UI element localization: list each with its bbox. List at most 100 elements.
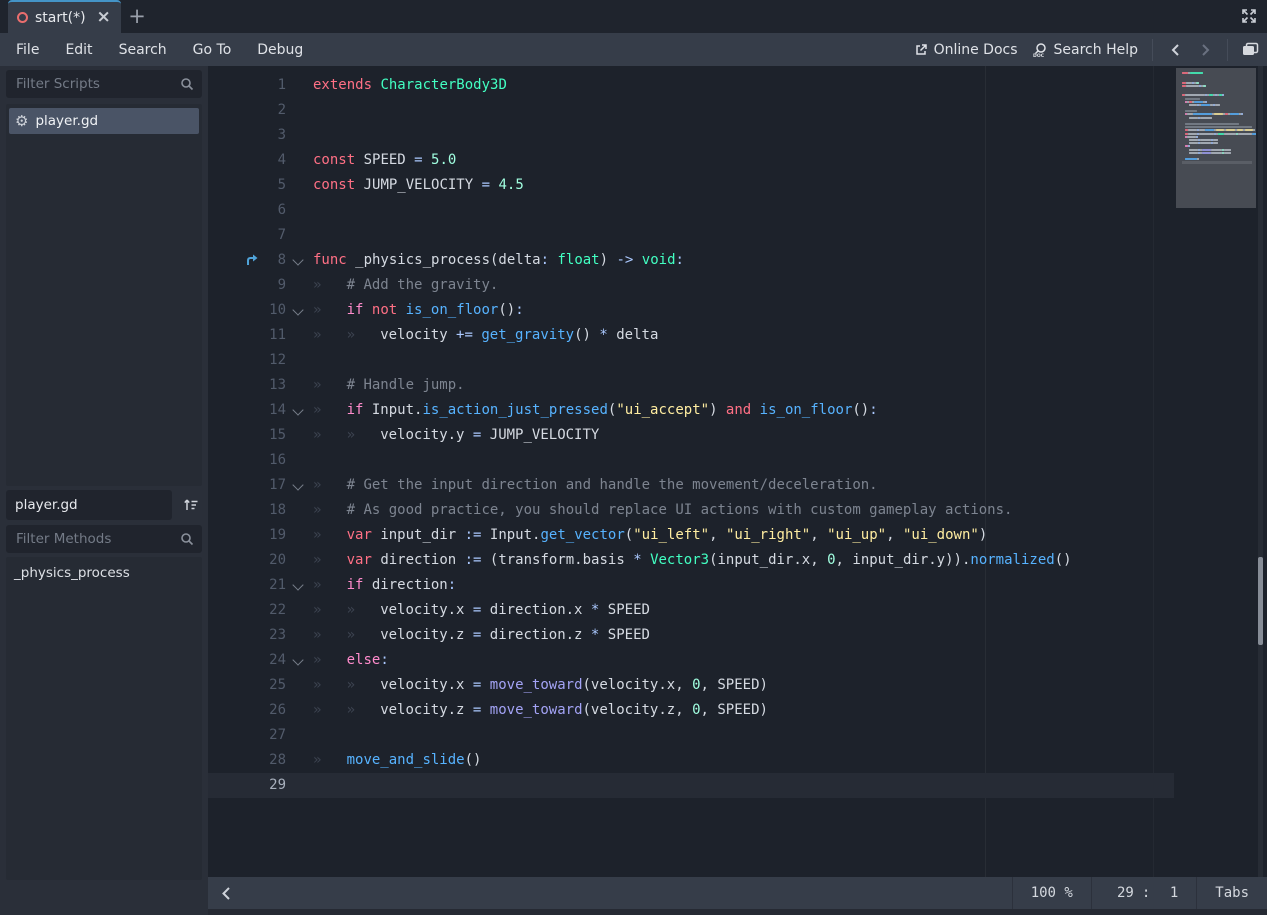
line-number: 17 <box>208 473 286 498</box>
code-line[interactable]: 26»»velocity.z = move_toward(velocity.z,… <box>208 698 1174 723</box>
history-forward-button[interactable] <box>1197 42 1213 58</box>
code-area[interactable]: 1extends CharacterBody3D234 const SPEED =… <box>208 73 1174 798</box>
token-txt: direction <box>372 552 465 568</box>
indent-mode[interactable]: Tabs <box>1197 877 1267 909</box>
line-number: 4 <box>208 148 286 173</box>
external-link-icon <box>914 43 928 57</box>
token-num: 4.5 <box>498 177 523 193</box>
line-number: 10 <box>208 298 286 323</box>
code-line[interactable]: 12 <box>208 348 1174 373</box>
code-line[interactable]: 22»»velocity.x = direction.x * SPEED <box>208 598 1174 623</box>
token-type: Vector3 <box>650 552 709 568</box>
code-line[interactable]: 7 <box>208 223 1174 248</box>
menu-file[interactable]: File <box>12 42 43 58</box>
menu-goto[interactable]: Go To <box>189 42 236 58</box>
menu-search[interactable]: Search <box>115 42 171 58</box>
line-number: 12 <box>208 348 286 373</box>
token-str: "ui_left" <box>633 527 709 543</box>
menubar-separator <box>1227 39 1228 61</box>
filter-methods-input[interactable] <box>7 526 169 552</box>
scene-tab-start[interactable]: start(*) × <box>8 0 121 33</box>
code-line[interactable]: 23»»velocity.z = direction.z * SPEED <box>208 623 1174 648</box>
code-line[interactable]: 10»if not is_on_floor(): <box>208 298 1174 323</box>
token-txt: velocity.z <box>380 627 473 643</box>
code-line[interactable]: 13»# Handle jump. <box>208 373 1174 398</box>
code-line[interactable]: 16 <box>208 448 1174 473</box>
line-number: 13 <box>208 373 286 398</box>
code-line[interactable]: 25»»velocity.x = move_toward(velocity.x,… <box>208 673 1174 698</box>
menu-edit[interactable]: Edit <box>61 42 96 58</box>
code-line[interactable]: 21»if direction: <box>208 573 1174 598</box>
tab-indent-marker: » <box>347 623 381 648</box>
code-line[interactable]: 14»if Input.is_action_just_pressed("ui_a… <box>208 398 1174 423</box>
tab-indent-marker: » <box>313 298 347 323</box>
code-text: »# Add the gravity. <box>313 277 498 293</box>
code-line[interactable]: 9»# Add the gravity. <box>208 273 1174 298</box>
code-line[interactable]: 11»»velocity += get_gravity() * delta <box>208 323 1174 348</box>
add-scene-tab-button[interactable]: + <box>124 4 150 30</box>
vertical-scrollbar[interactable] <box>1258 66 1263 877</box>
token-sym: -> <box>616 252 633 268</box>
code-line[interactable]: 2 <box>208 98 1174 123</box>
code-line[interactable]: 1extends CharacterBody3D <box>208 73 1174 98</box>
menu-debug[interactable]: Debug <box>253 42 307 58</box>
code-text: const SPEED = 5.0 <box>313 152 456 168</box>
online-docs-button[interactable]: Online Docs <box>914 42 1018 58</box>
sort-methods-icon[interactable] <box>178 493 204 517</box>
tab-indent-marker: » <box>313 498 347 523</box>
token-str: "ui_down" <box>903 527 979 543</box>
code-line[interactable]: 4 const SPEED = 5.0 <box>208 148 1174 173</box>
tab-indent-marker: » <box>313 573 347 598</box>
tab-close-icon[interactable]: × <box>97 9 111 26</box>
svg-text:DOC: DOC <box>1033 53 1045 58</box>
token-fn: normalized <box>970 552 1054 568</box>
tab-indent-marker: » <box>313 273 347 298</box>
tab-indent-marker: » <box>313 323 347 348</box>
filter-scripts-input[interactable] <box>7 71 169 97</box>
scrollbar-thumb[interactable] <box>1258 557 1263 645</box>
minimap[interactable] <box>1176 68 1256 208</box>
token-sym: : <box>676 252 684 268</box>
token-txt: input_dir <box>372 527 465 543</box>
tab-indent-marker: » <box>313 673 347 698</box>
tab-indent-marker: » <box>313 423 347 448</box>
code-line[interactable]: 18»# As good practice, you should replac… <box>208 498 1174 523</box>
code-line[interactable]: 17»# Get the input direction and handle … <box>208 473 1174 498</box>
token-sym: : <box>448 577 456 593</box>
token-fn: is_action_just_pressed <box>422 402 607 418</box>
token-kw2: if <box>347 577 364 593</box>
token-txt: , SPEED) <box>701 677 768 693</box>
code-line[interactable]: 29 <box>208 773 1174 798</box>
line-number: 6 <box>208 198 286 223</box>
code-line[interactable]: 3 <box>208 123 1174 148</box>
token-txt: velocity.y <box>380 427 473 443</box>
history-back-button[interactable] <box>1167 42 1183 58</box>
caret-position: 29 : 1 <box>1092 877 1196 909</box>
code-line[interactable]: 8func _physics_process(delta: float) -> … <box>208 248 1174 273</box>
code-line[interactable]: 5const JUMP_VELOCITY = 4.5 <box>208 173 1174 198</box>
code-line[interactable]: 15»»velocity.y = JUMP_VELOCITY <box>208 423 1174 448</box>
fullscreen-icon[interactable] <box>1240 7 1258 25</box>
code-line[interactable]: 24»else: <box>208 648 1174 673</box>
code-line[interactable]: 6 <box>208 198 1174 223</box>
search-help-button[interactable]: DOC Search Help <box>1032 42 1138 58</box>
code-line[interactable]: 28»move_and_slide() <box>208 748 1174 773</box>
float-panel-icon[interactable] <box>1242 42 1259 57</box>
token-gfn: move_toward <box>490 677 583 693</box>
override-arrow-icon[interactable] <box>244 252 260 268</box>
method-list-item[interactable]: _physics_process <box>6 557 202 583</box>
code-line[interactable]: 19»var input_dir := Input.get_vector("ui… <box>208 523 1174 548</box>
line-number: 7 <box>208 223 286 248</box>
code-line[interactable]: 20»var direction := (transform.basis * V… <box>208 548 1174 573</box>
tab-indent-marker: » <box>313 523 347 548</box>
zoom-level[interactable]: 100 % <box>1013 877 1091 909</box>
minimap-line <box>1182 161 1252 164</box>
code-line[interactable]: 27 <box>208 723 1174 748</box>
current-script-label: player.gd <box>6 490 172 520</box>
collapse-scripts-panel-icon[interactable] <box>216 883 236 903</box>
godot-script-editor: start(*) × + File Edit Search Go To Debu… <box>0 0 1267 915</box>
script-list-item-player[interactable]: ⚙ player.gd <box>9 108 199 134</box>
tab-indent-marker: » <box>313 548 347 573</box>
token-txt: velocity.z <box>380 702 473 718</box>
token-txt: velocity.x <box>380 602 473 618</box>
